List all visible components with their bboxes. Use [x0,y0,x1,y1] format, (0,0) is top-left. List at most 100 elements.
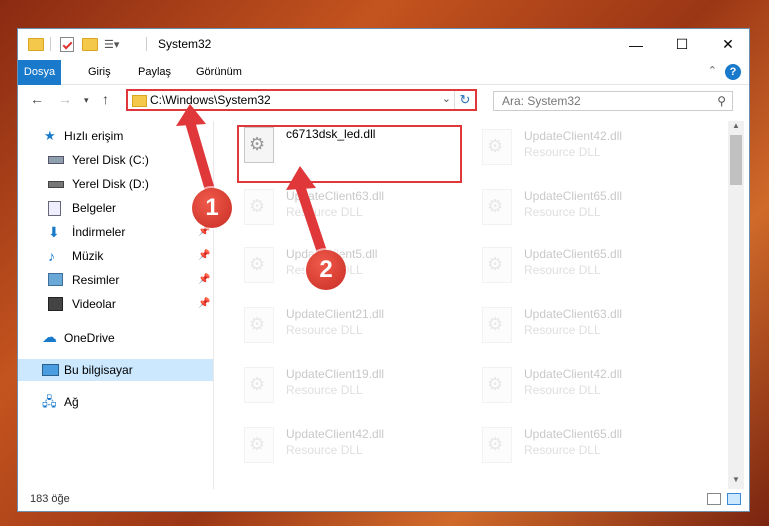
scrollbar-thumb[interactable] [730,135,742,185]
recent-locations-icon[interactable]: ▾ [84,95,89,106]
file-item[interactable]: UpdateClient19.dll Resource DLL [238,363,468,413]
file-type: Resource DLL [524,205,601,219]
file-name: UpdateClient63.dll [524,307,623,321]
file-item[interactable]: UpdateClient63.dll Resource DLL [476,303,706,353]
maximize-button[interactable]: ☐ [659,29,705,60]
cloud-icon: ☁ [42,329,57,346]
star-icon: ★ [44,128,56,143]
document-icon [48,201,61,216]
pin-icon[interactable]: 📌 [198,245,210,267]
file-item[interactable]: UpdateClient65.dll Resource DLL [476,243,706,293]
sidebar-item-music[interactable]: ♪ Müzik 📌 [18,245,213,267]
new-folder-icon[interactable] [82,35,98,53]
file-item[interactable]: UpdateClient42.dll Resource DLL [238,423,468,473]
sidebar-item-label: Müzik [72,249,104,263]
step-marker-1: 1 [192,188,232,228]
sidebar-item-label: Resimler [72,273,120,287]
view-buttons [707,493,741,505]
scroll-up-icon[interactable]: ▲ [728,121,744,135]
sidebar-item-videos[interactable]: Videolar 📌 [18,293,213,315]
scroll-down-icon[interactable]: ▼ [728,475,744,489]
window-title: System32 [158,37,212,51]
file-name: UpdateClient19.dll [286,367,385,381]
dll-file-icon [244,367,274,403]
tab-home[interactable]: Giriş [80,60,119,84]
sidebar-item-label: Yerel Disk (D:) [72,177,149,191]
pin-icon[interactable]: 📌 [198,293,210,315]
dll-file-icon [482,247,512,283]
customize-toolbar-icon[interactable]: ☰▾ [104,35,119,53]
address-bar[interactable]: C:\Windows\System32 ⌄ ↻ [126,89,477,111]
file-name: UpdateClient65.dll [524,189,623,203]
help-icon[interactable]: ? [725,64,741,80]
sidebar-item-pictures[interactable]: Resimler 📌 [18,269,213,291]
file-type: Resource DLL [524,443,601,457]
back-arrow-icon[interactable]: ← [30,91,44,107]
tab-share[interactable]: Paylaş [130,60,179,84]
file-item[interactable]: UpdateClient42.dll Resource DLL [476,363,706,413]
details-view-icon[interactable] [707,493,721,505]
sidebar-item-label: İndirmeler [72,225,126,239]
video-icon [48,297,63,311]
dll-file-icon [244,189,274,225]
sidebar-item-network[interactable]: 🖧 Ağ [18,391,213,413]
tab-view[interactable]: Görünüm [188,60,250,84]
file-type: Resource DLL [286,383,363,397]
sidebar-item-label: Hızlı erişim [64,129,124,143]
folder-icon [132,95,147,107]
search-box[interactable]: Ara: System32 ⚲ [493,91,733,111]
file-name: UpdateClient42.dll [524,367,623,381]
minimize-button[interactable]: — [613,29,659,60]
sidebar-item-documents[interactable]: Belgeler [18,197,213,219]
status-bar: 183 öğe [18,489,749,511]
dll-file-icon [244,427,274,463]
file-type: Resource DLL [286,205,363,219]
close-button[interactable]: ✕ [705,29,751,60]
file-item[interactable]: UpdateClient65.dll Resource DLL [476,423,706,473]
search-input[interactable]: Ara: System32 [502,94,581,108]
item-count: 183 öğe [30,493,70,505]
file-item[interactable]: UpdateClient42.dll Resource DLL [476,125,706,175]
navigation-bar: ← → ▾ ↑ C:\Windows\System32 ⌄ ↻ Ara: Sys… [18,85,749,117]
sidebar-item-label: OneDrive [64,331,115,345]
file-item[interactable]: UpdateClient65.dll Resource DLL [476,185,706,235]
file-item[interactable]: UpdateClient63.dll Resource DLL [238,185,468,235]
refresh-icon[interactable]: ↻ [454,91,475,109]
search-icon[interactable]: ⚲ [717,94,726,108]
file-name: UpdateClient42.dll [524,129,623,143]
file-type: Resource DLL [286,443,363,457]
sidebar-item-quick-access[interactable]: ★ Hızlı erişim [18,125,213,147]
sidebar-item-disk-d[interactable]: Yerel Disk (D:) [18,173,213,195]
file-item[interactable]: UpdateClient5.dll Resource DLL [238,243,468,293]
file-name: UpdateClient21.dll [286,307,385,321]
quick-access-folder-icon[interactable] [28,35,44,53]
step-marker-2: 2 [306,250,346,290]
file-name: UpdateClient63.dll [286,189,385,203]
sidebar-item-label: Videolar [72,297,116,311]
sidebar-item-label: Belgeler [72,201,117,215]
pin-icon[interactable]: 📌 [198,269,210,291]
address-dropdown-icon[interactable]: ⌄ [442,92,451,105]
properties-icon[interactable] [60,35,74,53]
ribbon-tabs: Dosya Giriş Paylaş Görünüm ⌃ ? [18,60,749,110]
picture-icon [48,273,63,286]
file-type: Resource DLL [524,383,601,397]
dll-file-icon [482,427,512,463]
sidebar-item-downloads[interactable]: ⬇ İndirmeler 📌 [18,221,213,243]
sidebar-item-onedrive[interactable]: ☁ OneDrive [18,327,213,349]
sidebar-item-this-pc[interactable]: Bu bilgisayar [18,359,213,381]
file-name: UpdateClient65.dll [524,247,623,261]
navigation-pane: ★ Hızlı erişim Yerel Disk (C:) Yerel Dis… [18,121,214,489]
file-item[interactable]: UpdateClient21.dll Resource DLL [238,303,468,353]
forward-arrow-icon[interactable]: → [58,91,72,107]
address-path[interactable]: C:\Windows\System32 [150,93,271,107]
qa-separator [50,35,51,53]
sidebar-item-disk-c[interactable]: Yerel Disk (C:) [18,149,213,171]
vertical-scrollbar[interactable]: ▲ ▼ [728,121,744,489]
large-icons-view-icon[interactable] [727,493,741,505]
file-type: Resource DLL [524,323,601,337]
music-icon: ♪ [48,248,55,264]
collapse-ribbon-icon[interactable]: ⌃ [708,64,717,77]
dll-file-icon [482,367,512,403]
up-arrow-icon[interactable]: ↑ [102,91,109,107]
